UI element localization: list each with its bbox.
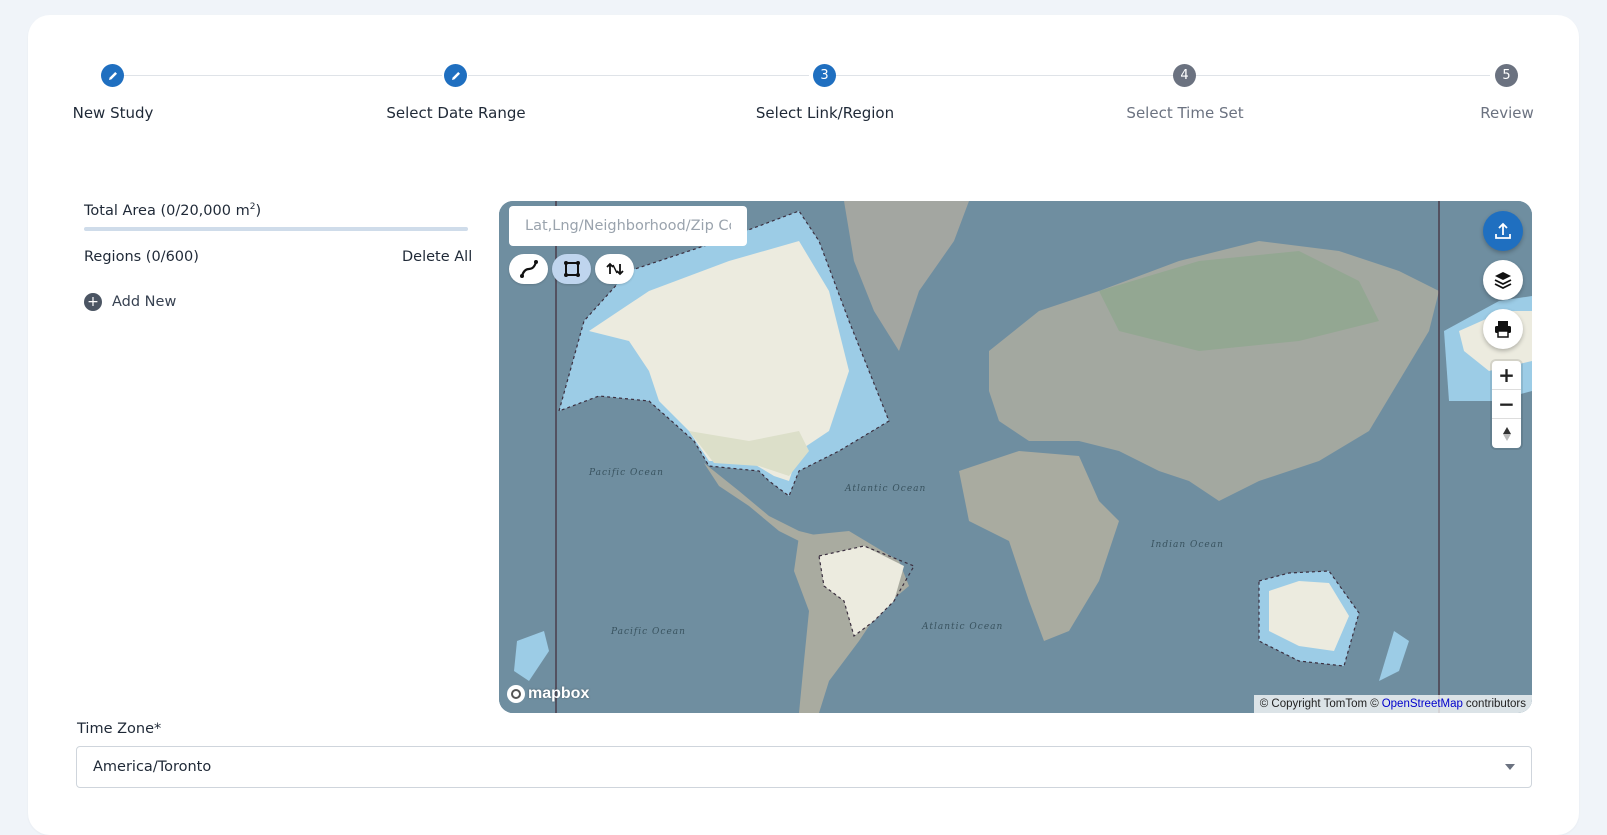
swap-arrows-icon [605, 262, 624, 276]
total-area-text: Total Area (0/20,000 m [84, 202, 250, 219]
world-map-tiles: Pacific Ocean Atlantic Ocean Indian Ocea… [499, 201, 1532, 713]
total-area-label: Total Area (0/20,000 m2) [84, 202, 261, 219]
zoom-out-button[interactable]: − [1492, 390, 1521, 419]
compass-icon [1502, 426, 1511, 441]
ocean-label-pacific: Pacific Ocean [588, 468, 664, 478]
total-area-close: ) [255, 202, 262, 219]
map-attribution: © Copyright TomTom © OpenStreetMap contr… [1253, 695, 1532, 713]
upload-button[interactable] [1483, 211, 1523, 251]
ocean-label-atlantic-south: Atlantic Ocean [921, 622, 1003, 632]
step-3-label: Select Link/Region [755, 104, 895, 122]
mapbox-logo: mapbox [507, 685, 589, 703]
step-5-label: Review [1480, 104, 1534, 122]
delete-all-button[interactable]: Delete All [402, 249, 472, 265]
step-connector [468, 75, 809, 76]
reset-bearing-button[interactable] [1492, 419, 1521, 448]
step-connector [124, 75, 442, 76]
step-1-edit-icon[interactable] [101, 64, 124, 87]
step-1-label[interactable]: New Study [73, 104, 154, 122]
zoom-in-button[interactable]: + [1492, 361, 1521, 390]
print-button[interactable] [1483, 309, 1523, 349]
openstreetmap-link[interactable]: OpenStreetMap [1382, 698, 1463, 710]
polygon-draw-icon [563, 261, 580, 277]
stepper: 3 4 5 New Study Select Date Range Select… [0, 0, 1607, 130]
ocean-label-pacific-south: Pacific Ocean [610, 627, 686, 637]
zoom-controls: + − [1492, 361, 1521, 448]
add-new-label: Add New [112, 294, 177, 310]
mapbox-logo-text: mapbox [528, 685, 590, 702]
ocean-label-atlantic: Atlantic Ocean [844, 484, 926, 494]
attribution-prefix: © Copyright TomTom © [1259, 698, 1379, 710]
swap-direction-tool[interactable] [595, 254, 634, 284]
step-2-label[interactable]: Select Date Range [386, 104, 525, 122]
attribution-suffix: contributors [1465, 698, 1526, 710]
layers-icon [1494, 272, 1512, 290]
add-new-region-button[interactable]: + Add New [84, 293, 176, 311]
time-zone-label: Time Zone* [77, 721, 162, 737]
step-4-marker: 4 [1173, 64, 1196, 87]
step-2-edit-icon[interactable] [444, 64, 467, 87]
step-connector [1196, 75, 1490, 76]
draw-line-tool[interactable] [509, 254, 548, 284]
ocean-label-indian: Indian Ocean [1150, 540, 1224, 550]
map-canvas[interactable]: Pacific Ocean Atlantic Ocean Indian Ocea… [499, 201, 1532, 713]
area-progress-bar [84, 227, 468, 231]
plus-circle-icon: + [84, 293, 102, 311]
step-3-marker: 3 [813, 64, 836, 87]
time-zone-value: America/Toronto [93, 759, 212, 775]
mapbox-logo-icon [507, 685, 525, 703]
chevron-down-icon [1505, 764, 1515, 770]
map-layers-button[interactable] [1483, 260, 1523, 300]
draw-polygon-tool[interactable] [552, 254, 591, 284]
printer-icon [1495, 321, 1511, 338]
regions-count-label: Regions (0/600) [84, 249, 199, 265]
step-4-label: Select Time Set [1126, 104, 1244, 122]
step-5-marker: 5 [1495, 64, 1518, 87]
step-connector [835, 75, 1184, 76]
upload-icon [1495, 222, 1511, 239]
location-search-input[interactable] [509, 206, 747, 246]
time-zone-select[interactable]: America/Toronto [76, 746, 1532, 788]
line-draw-icon [519, 260, 538, 278]
